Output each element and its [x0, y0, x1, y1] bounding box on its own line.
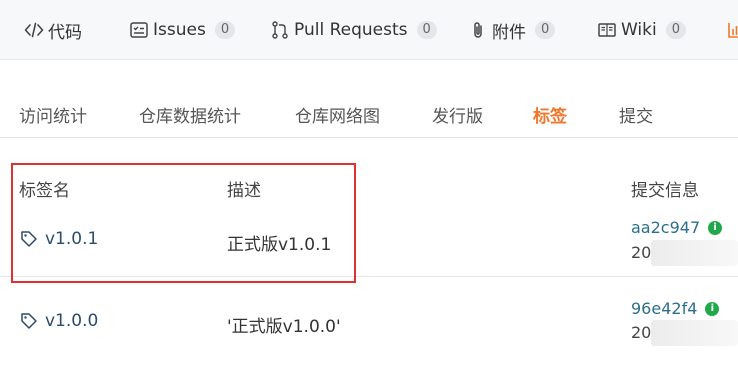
- book-icon: [597, 20, 617, 40]
- stats-icon: [726, 20, 738, 40]
- tag-description: '正式版v1.0.0': [227, 317, 341, 337]
- code-icon: [24, 20, 44, 40]
- subtab-releases[interactable]: 发行版: [432, 102, 483, 127]
- tab-attachments[interactable]: 附件 0: [468, 0, 556, 60]
- commit-hash-link[interactable]: aa2c947: [631, 218, 700, 237]
- tab-pull-requests[interactable]: Pull Requests 0: [270, 0, 437, 60]
- tab-code-label: 代码: [48, 22, 82, 43]
- tag-link-v1.0.0[interactable]: v1.0.0: [20, 311, 98, 331]
- redaction-blur: [651, 320, 738, 346]
- tab-code[interactable]: 代码: [24, 0, 82, 60]
- issues-icon: [129, 20, 149, 40]
- paperclip-icon: [468, 20, 488, 40]
- tab-stats[interactable]: [726, 0, 738, 60]
- verified-icon: i: [705, 301, 720, 316]
- commit-date: 20: [631, 243, 652, 262]
- commit-hash-link[interactable]: 96e42f4: [631, 299, 697, 318]
- subtab-commits[interactable]: 提交: [619, 102, 653, 127]
- pull-requests-count-badge: 0: [416, 21, 437, 39]
- tab-pull-requests-label: Pull Requests: [294, 20, 408, 40]
- tab-wiki-label: Wiki: [621, 20, 657, 40]
- highlight-box: [11, 163, 356, 283]
- tab-issues[interactable]: Issues 0: [129, 0, 236, 60]
- wiki-count-badge: 0: [665, 21, 687, 39]
- redaction-blur: [651, 240, 738, 266]
- header-commit-info: 提交信息: [631, 181, 699, 201]
- subtab-network-graph[interactable]: 仓库网络图: [295, 102, 380, 127]
- subtab-repo-data-stats[interactable]: 仓库数据统计: [139, 102, 241, 127]
- repo-nav-bar: 代码 Issues 0 Pull Requests 0 附件 0 Wiki 0: [0, 0, 738, 60]
- attachments-count-badge: 0: [535, 21, 556, 39]
- issues-count-badge: 0: [214, 21, 236, 39]
- commit-date: 20: [631, 323, 652, 342]
- tab-wiki[interactable]: Wiki 0: [597, 0, 687, 60]
- sub-nav: 访问统计 仓库数据统计 仓库网络图 发行版 标签 提交: [0, 90, 738, 138]
- tab-attachments-label: 附件: [492, 22, 526, 43]
- subtab-tags[interactable]: 标签: [533, 102, 567, 127]
- tag-icon: [20, 312, 38, 330]
- tag-name: v1.0.0: [45, 311, 99, 331]
- verified-icon: i: [708, 220, 723, 235]
- commit-row-2: 96e42f4 i: [631, 299, 720, 318]
- pull-request-icon: [270, 20, 290, 40]
- tab-issues-label: Issues: [153, 20, 206, 40]
- commit-row-1: aa2c947 i: [631, 218, 723, 237]
- subtab-visit-stats[interactable]: 访问统计: [19, 102, 87, 127]
